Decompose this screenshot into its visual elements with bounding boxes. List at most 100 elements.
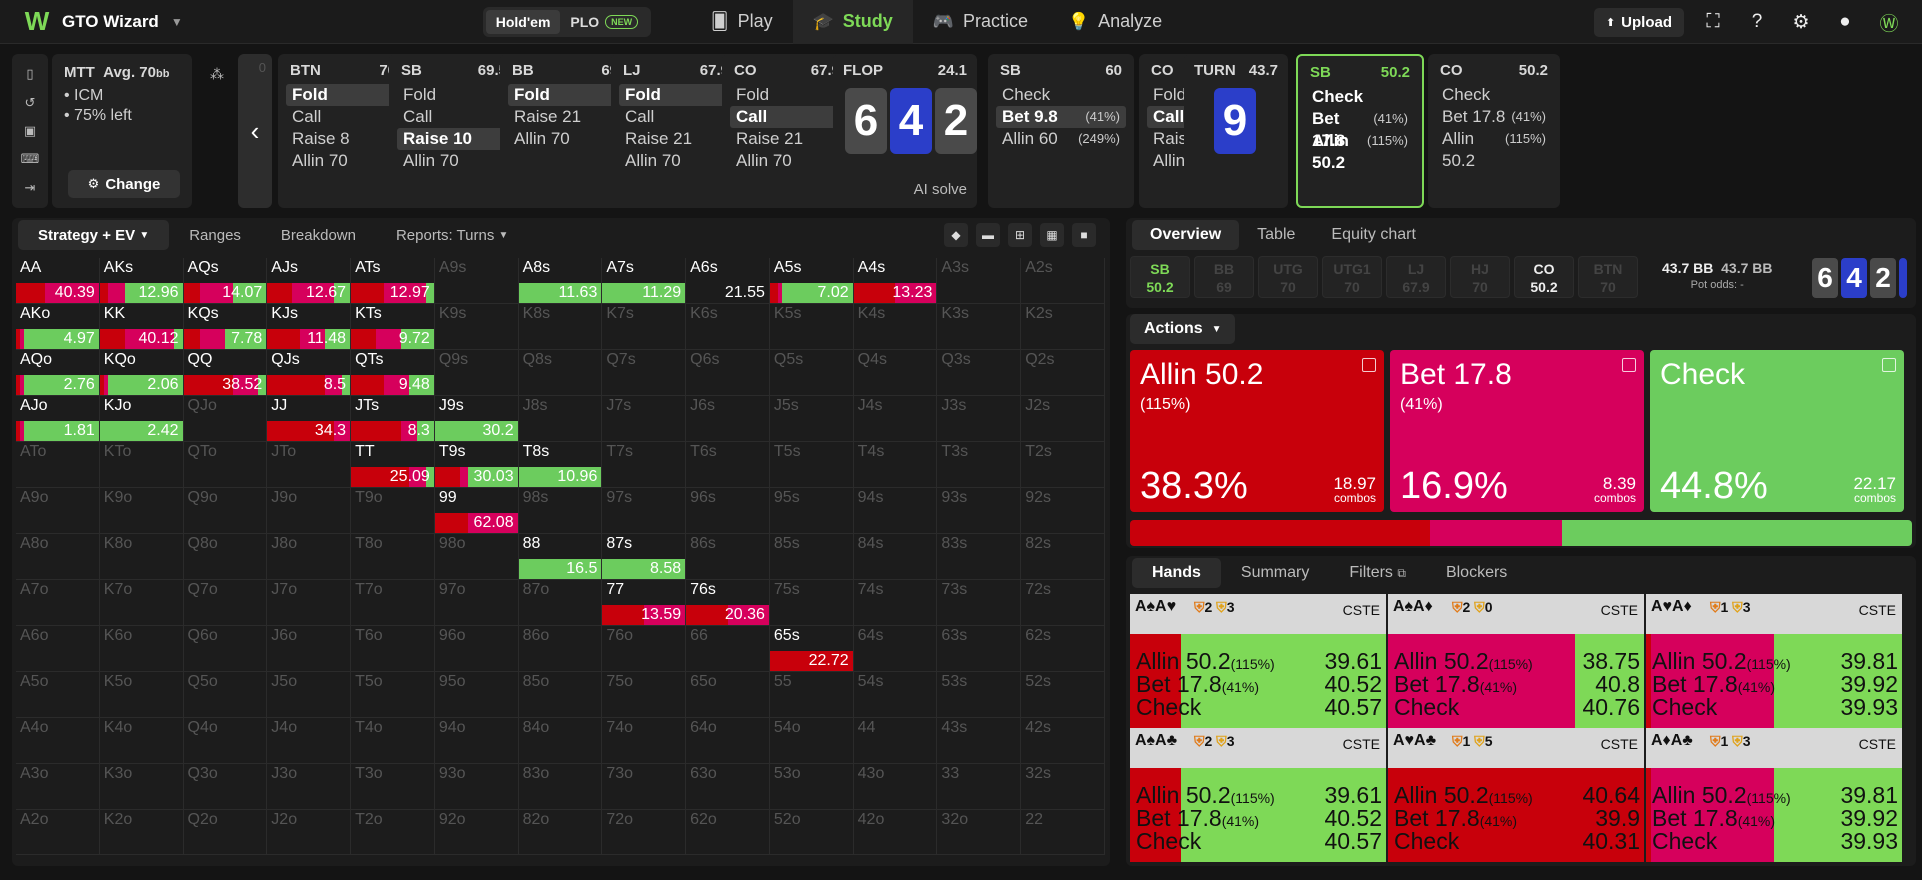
hand-cell[interactable]: Q2s (1021, 349, 1105, 396)
hand-cell[interactable]: 66 (686, 625, 770, 672)
hand-cell[interactable]: K5o (99, 671, 184, 718)
hand-cell[interactable]: 83o (518, 763, 603, 810)
hand-cell[interactable]: 76s 20.36 (686, 579, 770, 626)
actions-dropdown[interactable]: Actions ▼ (1130, 314, 1236, 344)
hand-cell[interactable]: K2o (99, 809, 184, 856)
ai-solve-button[interactable]: AI solve (914, 181, 967, 198)
hand-cell[interactable]: KTo (99, 441, 184, 488)
hand-cell[interactable]: A5s 7.02 (769, 258, 854, 304)
gear-icon[interactable]: ⚙ (1786, 7, 1816, 37)
app-title[interactable]: GTO Wizard (62, 12, 159, 32)
seat-sb[interactable]: SB 50.2 (1130, 256, 1190, 298)
hand-cell[interactable]: 73s (937, 579, 1022, 626)
wizard-coin-icon[interactable]: Ⓦ (1874, 7, 1904, 37)
action-option[interactable]: Fold (508, 84, 622, 106)
action-option[interactable]: Allin 60 (249%) (996, 128, 1126, 150)
hand-cell[interactable]: Q7o (183, 579, 268, 626)
nav-study[interactable]: 🎓 Study (792, 0, 913, 44)
hand-cell[interactable]: KTs 9.72 (351, 303, 435, 350)
hand-cell[interactable]: 54s (853, 671, 938, 718)
full-view-icon[interactable]: ■ (1072, 223, 1096, 247)
hand-cell[interactable]: J6s (686, 395, 770, 442)
tab-filters[interactable]: Filters ⧉ (1329, 558, 1426, 588)
hand-cell[interactable]: Q4s (853, 349, 938, 396)
action-option[interactable]: Raise 21 (619, 128, 733, 150)
hand-cell[interactable]: 72s (1021, 579, 1105, 626)
hand-cell[interactable]: Q6o (183, 625, 268, 672)
tab-hands[interactable]: Hands (1132, 558, 1221, 588)
hand-cell[interactable]: J2s (1021, 395, 1105, 442)
3d-view-icon[interactable]: ◆ (944, 223, 968, 247)
turn-player-card-co[interactable]: CO 50.2 Check Bet 17.8 (41%) Allin 50.2 (115%) (1428, 54, 1560, 208)
hand-cell[interactable]: 75o (602, 671, 687, 718)
hand-cell[interactable]: 94s (853, 487, 938, 534)
hand-cell[interactable]: A2o (16, 809, 100, 856)
hand-cell[interactable]: Q3s (937, 349, 1022, 396)
hand-cell[interactable]: QTs 9.48 (351, 349, 435, 396)
hand-cell[interactable]: Q8o (183, 533, 268, 580)
details-icon[interactable] (1622, 358, 1636, 372)
hand-cell[interactable]: 43s (937, 717, 1022, 764)
action-box-2[interactable]: Check 44.8% 22.17 combos (1650, 350, 1904, 512)
action-option[interactable]: Fold (619, 84, 733, 106)
hand-cell[interactable]: 64s (853, 625, 938, 672)
grid-view-icon[interactable]: ▦ (1040, 223, 1064, 247)
hand-cell[interactable]: 98o (434, 533, 519, 580)
hand-cell[interactable]: TT 25.09 (351, 441, 435, 488)
hand-cell[interactable]: A2s (1021, 258, 1105, 304)
hand-cell[interactable]: 95o (434, 671, 519, 718)
seat-utg[interactable]: UTG 70 (1258, 256, 1318, 298)
chevron-down-icon[interactable]: ▼ (171, 15, 183, 29)
hand-cell[interactable]: 86o (518, 625, 603, 672)
action-option[interactable]: Raise 21 (730, 128, 844, 150)
back-button[interactable]: 0 ‹ (238, 54, 272, 208)
action-option[interactable]: Allin 50.2 (115%) (1306, 130, 1414, 172)
hand-cell[interactable]: KJs 11.48 (267, 303, 352, 350)
action-option[interactable]: Fold (397, 84, 511, 106)
hand-cell[interactable]: AA 40.39 (16, 258, 100, 304)
hand-cell[interactable]: K3s (937, 303, 1022, 350)
save-icon[interactable]: ▣ (24, 123, 36, 139)
holdem-mode-button[interactable]: Hold'em (485, 9, 561, 34)
hand-cell[interactable]: A4s 13.23 (853, 258, 938, 304)
bookmark-icon[interactable]: ▯ (26, 66, 33, 82)
hand-cell[interactable]: 65o (686, 671, 770, 718)
compact-view-icon[interactable]: ⊞ (1008, 223, 1032, 247)
hand-cell[interactable]: J5s (769, 395, 854, 442)
tree-icon[interactable]: ⁂ (210, 66, 224, 83)
hand-cell[interactable]: AJs 12.67 (267, 258, 352, 304)
action-option[interactable]: Call (730, 106, 844, 128)
action-option[interactable]: Allin 50.2 (115%) (1436, 128, 1552, 170)
details-icon[interactable] (1882, 358, 1896, 372)
seat-utg1[interactable]: UTG1 70 (1322, 256, 1382, 298)
hand-cell[interactable]: K2s (1021, 303, 1105, 350)
hand-cell[interactable]: QJs 8.5 (267, 349, 352, 396)
action-option[interactable]: Call (397, 106, 511, 128)
action-option[interactable]: Allin 70 (619, 150, 733, 172)
nav-play[interactable]: 🂠 Play (691, 0, 792, 44)
hand-cell[interactable]: K6s (686, 303, 770, 350)
hand-cell[interactable]: QQ 38.52 (183, 349, 268, 396)
hand-cell[interactable]: 88 16.5 (518, 533, 603, 580)
action-box-0[interactable]: Allin 50.2 (115%) 38.3% 18.97 combos (1130, 350, 1384, 512)
hand-cell[interactable]: 84o (518, 717, 603, 764)
hand-card[interactable]: A♠A♦ ⛨2 ⛨0 CSTE Allin 50.2(115%) 38.75 Bet 17… (1388, 594, 1644, 728)
hand-cell[interactable]: T6s (686, 441, 770, 488)
hand-cell[interactable]: 32s (1021, 763, 1105, 810)
tab-strategy-ev[interactable]: Strategy + EV ▼ (18, 220, 170, 250)
help-icon[interactable]: ? (1742, 7, 1772, 37)
action-option[interactable]: Call (286, 106, 400, 128)
history-icon[interactable]: ↺ (25, 95, 36, 111)
hand-cell[interactable]: AKo 4.97 (16, 303, 100, 350)
tab-breakdown[interactable]: Breakdown (261, 220, 376, 250)
hand-cell[interactable]: AQo 2.76 (16, 349, 100, 396)
hand-cell[interactable]: 98s (518, 487, 603, 534)
action-option[interactable]: Raise 10 (397, 128, 511, 150)
hand-cell[interactable]: K8s (518, 303, 603, 350)
hand-cell[interactable]: J7o (267, 579, 352, 626)
hand-cell[interactable]: KJo 2.42 (99, 395, 184, 442)
hand-cell[interactable]: T3s (937, 441, 1022, 488)
hand-cell[interactable]: A3s (937, 258, 1022, 304)
action-option[interactable]: Fold (286, 84, 400, 106)
nav-practice[interactable]: 🎮 Practice (913, 0, 1048, 44)
